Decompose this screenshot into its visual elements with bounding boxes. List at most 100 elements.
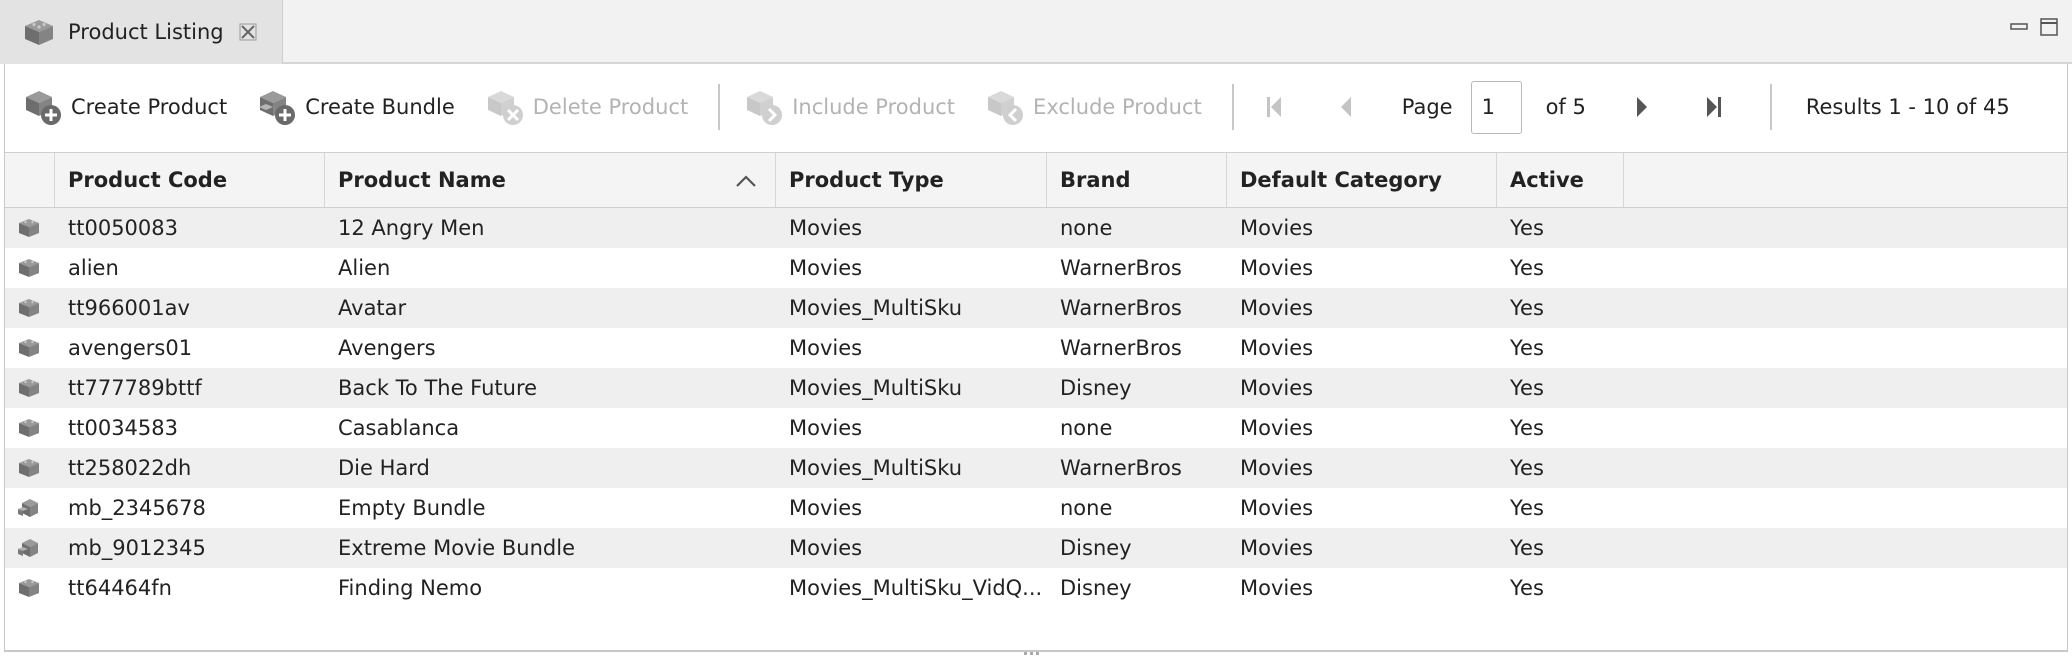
cell-name: Empty Bundle: [338, 496, 486, 520]
cell-code: avengers01: [68, 336, 193, 360]
cell-brand: none: [1060, 496, 1113, 520]
column-header-product-name[interactable]: Product Name: [325, 153, 776, 207]
cell-name: Extreme Movie Bundle: [338, 536, 576, 560]
cell-brand: WarnerBros: [1060, 336, 1182, 360]
cell-brand: Disney: [1060, 576, 1132, 600]
product-table: Product Code Product Name Product Type B…: [5, 152, 2067, 648]
cell-name: 12 Angry Men: [338, 216, 485, 240]
cell-brand: none: [1060, 416, 1113, 440]
cell-category: Movies: [1240, 536, 1314, 560]
table-row[interactable]: avengers01 Avengers Movies WarnerBros Movies…: [5, 328, 2067, 368]
cell-active: Yes: [1510, 216, 1544, 240]
table-row[interactable]: tt64464fn Finding Nemo Movies_MultiSku_Vid…: [5, 568, 2067, 608]
close-icon[interactable]: [238, 22, 258, 42]
page-number-input[interactable]: [1470, 80, 1522, 134]
cell-name: Alien: [338, 256, 391, 280]
toolbar: Create Product Create Bundle Delete Prod…: [5, 64, 2067, 150]
cell-code: tt64464fn: [68, 576, 172, 600]
create-bundle-button[interactable]: Create Bundle: [257, 82, 455, 132]
column-header-product-type[interactable]: Product Type: [776, 153, 1047, 207]
product-icon: [5, 377, 55, 399]
last-page-icon[interactable]: [1698, 91, 1730, 123]
column-header-product-code[interactable]: Product Code: [55, 153, 325, 207]
table-row[interactable]: tt777789bttf Back To The Future Movies_Mul…: [5, 368, 2067, 408]
table-row[interactable]: mb_9012345 Extreme Movie Bundle Movies Disn…: [5, 528, 2067, 568]
column-header-label: Product Name: [338, 168, 506, 192]
cell-category: Movies: [1240, 376, 1314, 400]
cell-category: Movies: [1240, 336, 1314, 360]
create-product-label: Create Product: [71, 95, 228, 119]
cell-category: Movies: [1240, 496, 1314, 520]
cell-name: Avatar: [338, 296, 407, 320]
toolbar-separator: [1231, 84, 1234, 130]
exclude-product-label: Exclude Product: [1033, 95, 1202, 119]
table-header: Product Code Product Name Product Type B…: [5, 152, 2067, 208]
tab-bar: Product Listing: [0, 0, 2072, 64]
cell-active: Yes: [1510, 256, 1544, 280]
cell-category: Movies: [1240, 456, 1314, 480]
include-product-icon: [744, 87, 784, 127]
cell-name: Back To The Future: [338, 376, 538, 400]
product-cube-icon: [22, 17, 56, 47]
cell-active: Yes: [1510, 376, 1544, 400]
results-count: Results 1 - 10 of 45: [1805, 95, 2010, 119]
cell-brand: WarnerBros: [1060, 456, 1182, 480]
cell-type: Movies: [789, 496, 863, 520]
cell-code: tt966001av: [68, 296, 190, 320]
table-row[interactable]: tt0034583 Casablanca Movies none Movies Yes: [5, 408, 2067, 448]
sort-ascending-icon: [735, 169, 757, 187]
product-icon: [5, 297, 55, 319]
maximize-icon[interactable]: [2040, 18, 2058, 36]
cell-category: Movies: [1240, 216, 1314, 240]
column-header-filler: [1624, 153, 2067, 207]
cell-brand: WarnerBros: [1060, 296, 1182, 320]
product-listing-panel: Create Product Create Bundle Delete Prod…: [4, 64, 2068, 652]
include-product-label: Include Product: [792, 95, 956, 119]
product-icon: [5, 417, 55, 439]
cell-name: Avengers: [338, 336, 436, 360]
cell-name: Casablanca: [338, 416, 460, 440]
column-header-brand[interactable]: Brand: [1047, 153, 1227, 207]
table-row[interactable]: tt258022dh Die Hard Movies_MultiSku WarnerB…: [5, 448, 2067, 488]
column-header-default-category[interactable]: Default Category: [1227, 153, 1497, 207]
tab-title: Product Listing: [68, 20, 224, 44]
cell-active: Yes: [1510, 576, 1544, 600]
next-page-icon[interactable]: [1626, 91, 1658, 123]
cell-type: Movies: [789, 216, 863, 240]
create-product-button[interactable]: Create Product: [23, 82, 227, 132]
cell-active: Yes: [1510, 456, 1544, 480]
cell-type: Movies_MultiSku: [789, 296, 963, 320]
cell-type: Movies: [789, 256, 863, 280]
include-product-button[interactable]: Include Product: [744, 82, 955, 132]
exclude-product-icon: [985, 87, 1025, 127]
table-row[interactable]: tt966001av Avatar Movies_MultiSku WarnerBro…: [5, 288, 2067, 328]
cell-category: Movies: [1240, 256, 1314, 280]
first-page-icon[interactable]: [1258, 91, 1290, 123]
cell-active: Yes: [1510, 296, 1544, 320]
cell-name: Finding Nemo: [338, 576, 483, 600]
table-row[interactable]: tt0050083 12 Angry Men Movies none Movies Yes: [5, 208, 2067, 248]
cell-brand: Disney: [1060, 376, 1132, 400]
delete-product-icon: [485, 87, 525, 127]
pagination: Page of 5 Results 1 - 10 of 45: [1258, 79, 2010, 135]
bundle-icon: [5, 497, 55, 519]
cell-type: Movies: [789, 336, 863, 360]
create-bundle-label: Create Bundle: [305, 95, 455, 119]
table-row[interactable]: mb_2345678 Empty Bundle Movies none Movies Ye…: [5, 488, 2067, 528]
cell-code: tt258022dh: [68, 456, 192, 480]
cell-code: alien: [68, 256, 119, 280]
bundle-icon: [5, 537, 55, 559]
window-controls: [2010, 18, 2058, 36]
toolbar-separator: [718, 84, 721, 130]
cell-name: Die Hard: [338, 456, 430, 480]
column-header-active[interactable]: Active: [1497, 153, 1624, 207]
cell-brand: WarnerBros: [1060, 256, 1182, 280]
icon-column-header[interactable]: [5, 153, 55, 207]
resize-grip[interactable]: [1024, 652, 1044, 658]
table-row[interactable]: alien Alien Movies WarnerBros Movies Yes: [5, 248, 2067, 288]
delete-product-button[interactable]: Delete Product: [485, 82, 688, 132]
previous-page-icon[interactable]: [1330, 91, 1362, 123]
tab-product-listing[interactable]: Product Listing: [0, 0, 283, 64]
minimize-icon[interactable]: [2010, 18, 2028, 36]
exclude-product-button[interactable]: Exclude Product: [985, 82, 1202, 132]
